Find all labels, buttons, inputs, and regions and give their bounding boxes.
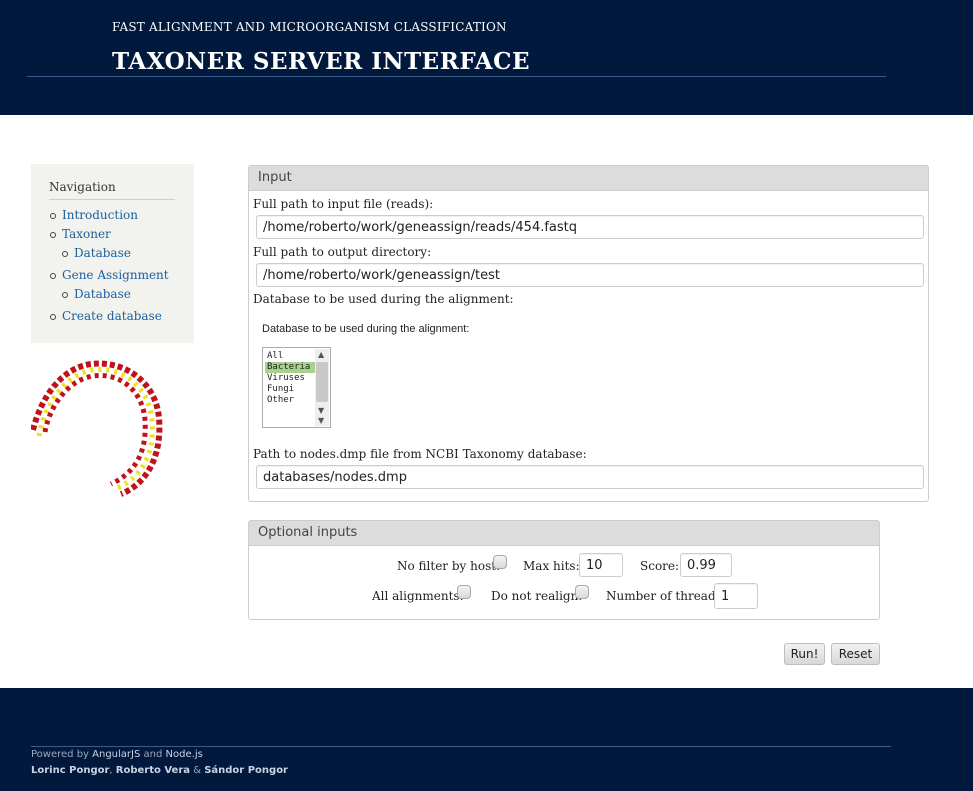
score-label: Score: xyxy=(640,559,680,573)
output-dir-label: Full path to output directory: xyxy=(253,245,432,259)
bullet-icon xyxy=(50,273,56,279)
nodejs-link[interactable]: Node.js xyxy=(166,749,203,760)
max-hits-label: Max hits: xyxy=(523,559,580,573)
max-hits-input[interactable] xyxy=(579,553,623,577)
scroll-up-icon[interactable]: ▲ xyxy=(318,351,324,359)
threads-input[interactable] xyxy=(714,583,758,609)
database-select[interactable]: All Bacteria Viruses Fungi Other ▲ ▼ ▼ xyxy=(262,347,331,428)
bullet-icon xyxy=(62,251,68,257)
nodes-file-label: Path to nodes.dmp file from NCBI Taxonom… xyxy=(253,447,587,461)
do-not-realign-label: Do not realign: xyxy=(491,589,583,603)
database-select-scrollbar[interactable]: ▲ ▼ ▼ xyxy=(315,349,329,426)
navigation-divider xyxy=(49,199,175,200)
powered-by-line: Powered by AngularJS and Node.js xyxy=(31,749,203,760)
author-sandor-pongor: Sándor Pongor xyxy=(204,765,288,776)
angularjs-link[interactable]: AngularJS xyxy=(92,749,140,760)
do-not-realign-checkbox[interactable] xyxy=(575,585,589,599)
page-footer: Powered by AngularJS and Node.js Lorinc … xyxy=(0,688,973,791)
threads-label: Number of threads: xyxy=(606,589,726,603)
navigation-title: Navigation xyxy=(49,180,116,194)
ampersand-text: & xyxy=(193,765,202,776)
nav-item-taxoner[interactable]: Taxoner xyxy=(62,227,111,241)
database-option-bacteria[interactable]: Bacteria xyxy=(265,362,315,373)
all-alignments-label: All alignments: xyxy=(372,589,464,603)
nav-item-introduction[interactable]: Introduction xyxy=(62,208,138,222)
scroll-down-icon[interactable]: ▼ xyxy=(318,407,324,415)
powered-by-text: Powered by xyxy=(31,749,89,760)
database-option-fungi[interactable]: Fungi xyxy=(265,384,315,395)
scroll-down-icon[interactable]: ▼ xyxy=(318,417,324,425)
database-select-label: Database to be used during the alignment… xyxy=(262,323,470,335)
optional-inputs-heading: Optional inputs xyxy=(249,521,879,546)
database-label: Database to be used during the alignment… xyxy=(253,292,514,306)
database-option-other[interactable]: Other xyxy=(265,395,315,406)
navigation-panel: Navigation Introduction Taxoner Database… xyxy=(31,164,194,343)
page-header: FAST ALIGNMENT AND MICROORGANISM CLASSIF… xyxy=(0,0,973,115)
score-input[interactable] xyxy=(680,553,732,577)
footer-divider xyxy=(31,746,891,747)
nav-item-gene-assignment-database[interactable]: Database xyxy=(74,287,131,301)
nav-item-create-database[interactable]: Create database xyxy=(62,309,162,323)
dna-helix-logo xyxy=(31,360,163,497)
header-subtitle: FAST ALIGNMENT AND MICROORGANISM CLASSIF… xyxy=(112,20,507,34)
nodes-file-input[interactable] xyxy=(256,465,924,489)
bullet-icon xyxy=(50,213,56,219)
bullet-icon xyxy=(50,314,56,320)
all-alignments-checkbox[interactable] xyxy=(457,585,471,599)
author-lorinc-pongor: Lorinc Pongor xyxy=(31,765,110,776)
page-title: TAXONER SERVER INTERFACE xyxy=(112,48,530,75)
reset-button[interactable]: Reset xyxy=(831,643,880,665)
header-divider xyxy=(27,76,886,77)
author-roberto-vera: Roberto Vera xyxy=(115,765,191,776)
bullet-icon xyxy=(50,232,56,238)
and-text: and xyxy=(143,749,163,760)
run-button[interactable]: Run! xyxy=(784,643,825,665)
scrollbar-thumb[interactable] xyxy=(316,362,328,402)
authors-line: Lorinc Pongor, Roberto Vera & Sándor Pon… xyxy=(31,765,288,776)
output-dir-input[interactable] xyxy=(256,263,924,287)
reads-input[interactable] xyxy=(256,215,924,239)
database-option-viruses[interactable]: Viruses xyxy=(265,373,315,384)
no-filter-checkbox[interactable] xyxy=(493,555,507,569)
database-option-all[interactable]: All xyxy=(265,351,315,362)
input-panel-heading: Input xyxy=(249,166,928,191)
bullet-icon xyxy=(62,292,68,298)
nav-item-gene-assignment[interactable]: Gene Assignment xyxy=(62,268,169,282)
reads-label: Full path to input file (reads): xyxy=(253,197,434,211)
no-filter-label: No filter by host: xyxy=(397,559,501,573)
nav-item-taxoner-database[interactable]: Database xyxy=(74,246,131,260)
